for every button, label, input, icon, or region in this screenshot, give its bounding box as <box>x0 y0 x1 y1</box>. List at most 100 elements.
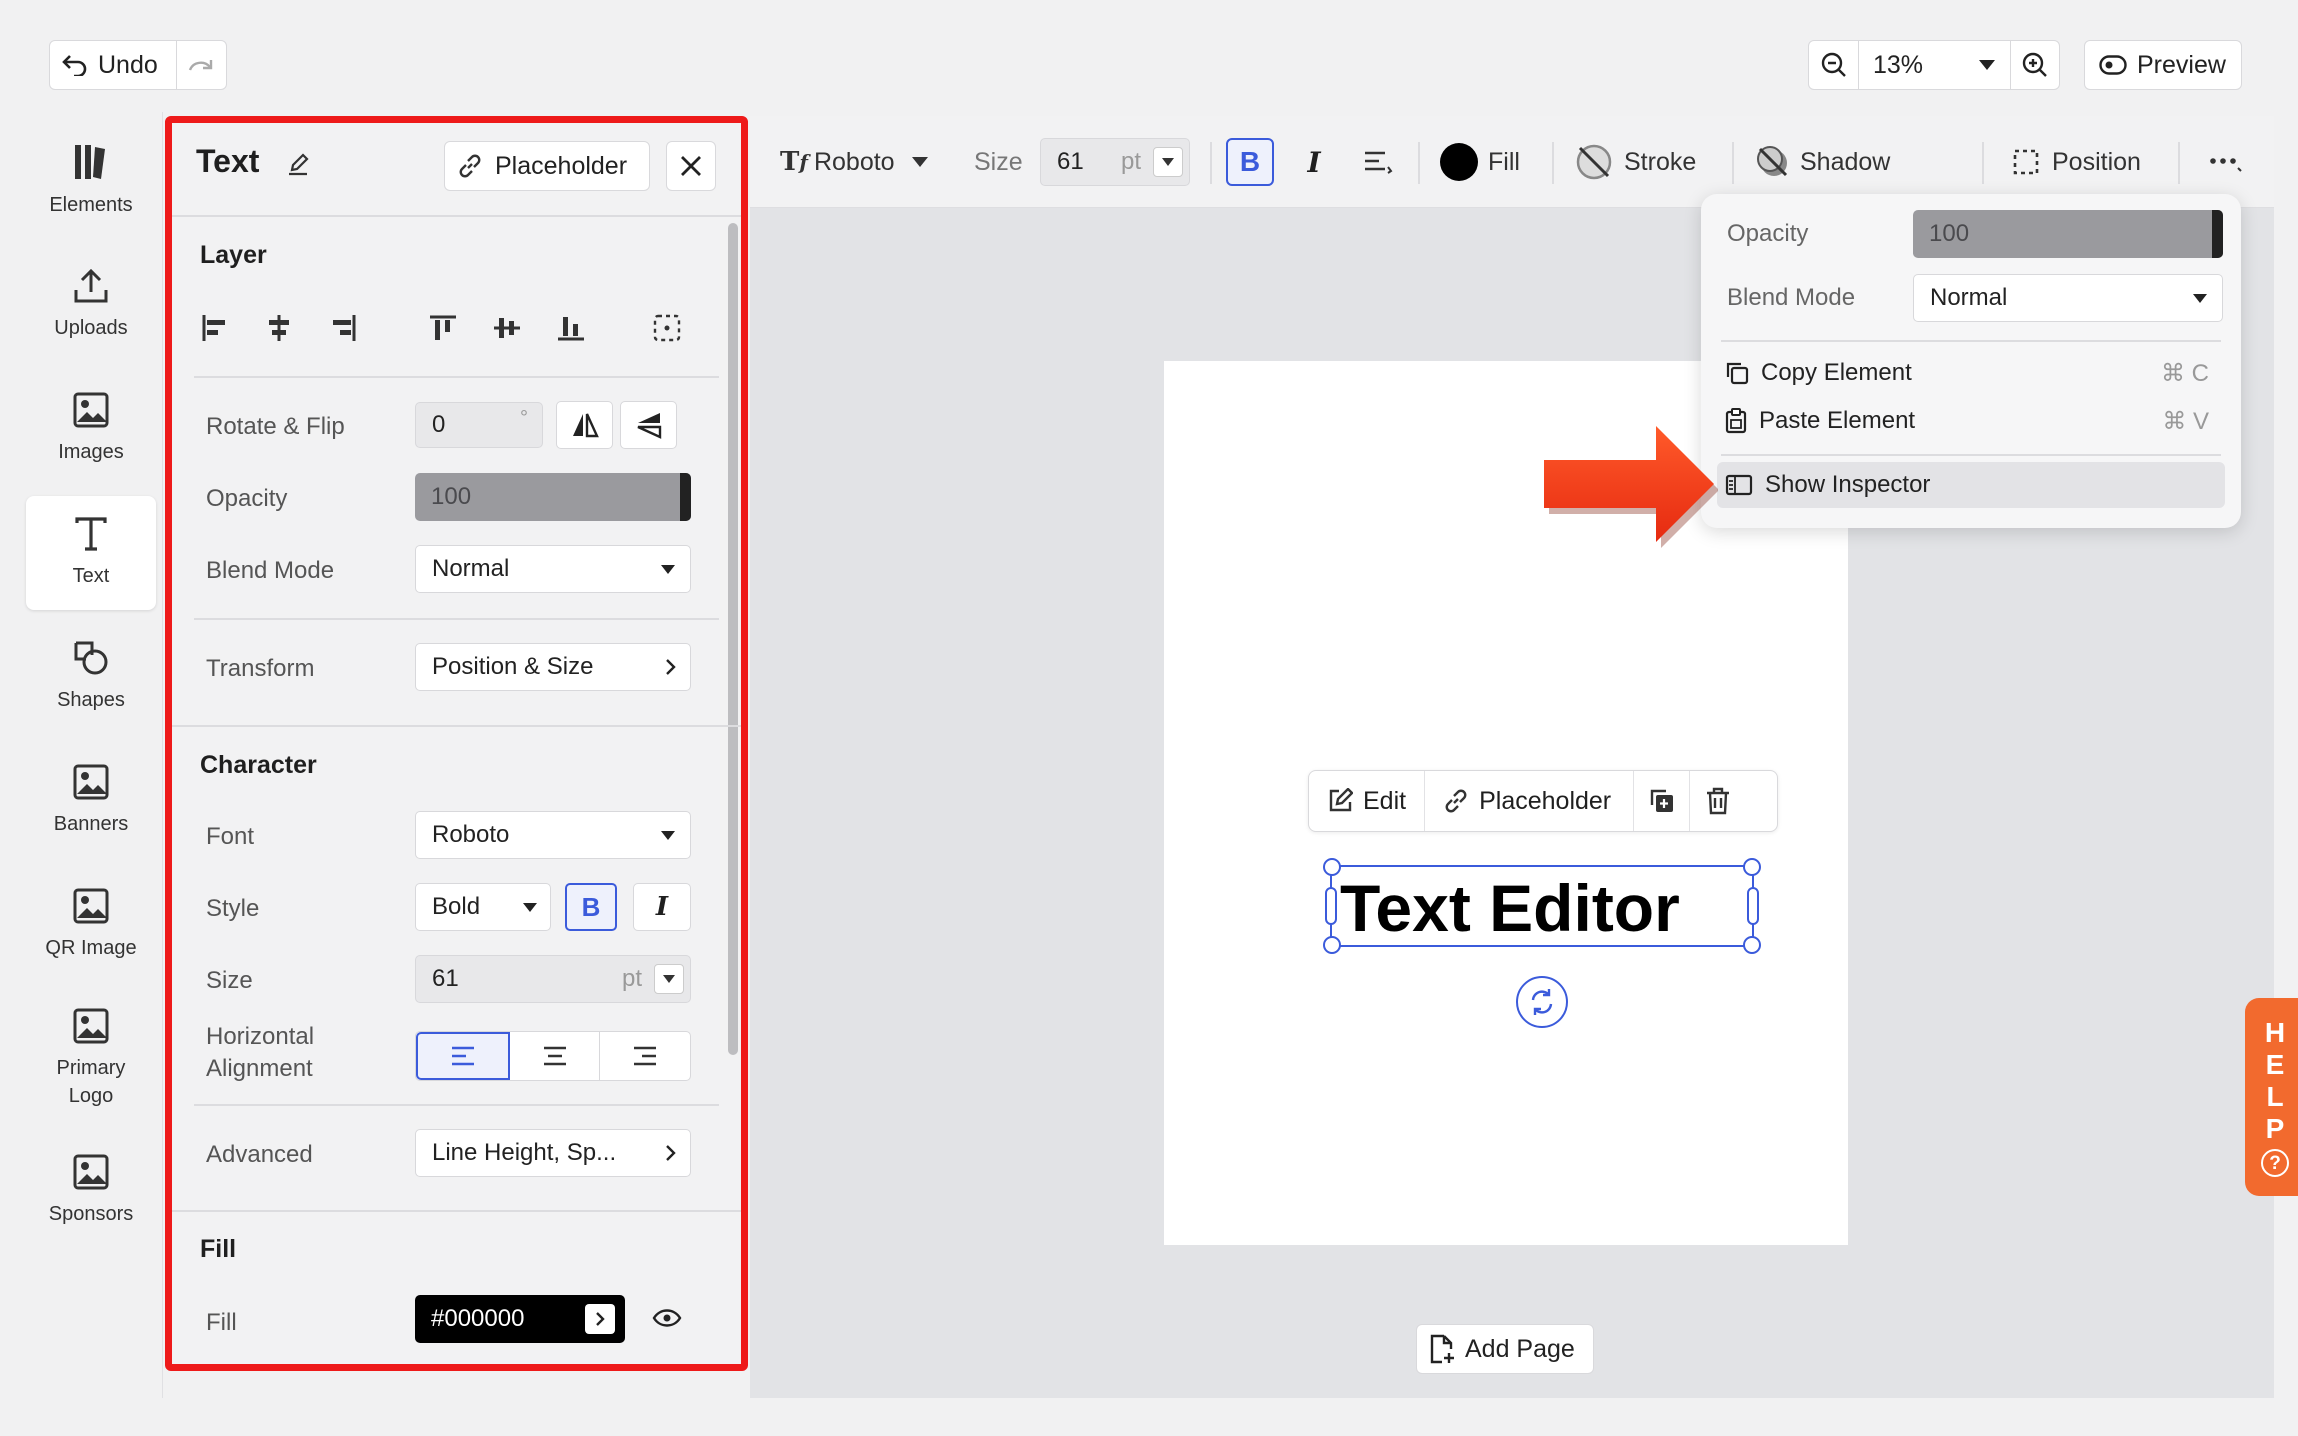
rotate-handle[interactable] <box>1516 976 1568 1028</box>
rail-item-text[interactable]: Text <box>26 496 156 610</box>
edit-label: Edit <box>1363 786 1407 815</box>
close-panel-button[interactable] <box>666 141 716 191</box>
flip-vertical-icon <box>636 411 662 439</box>
paste-element-label: Paste Element <box>1759 407 1916 434</box>
rail-item-uploads[interactable]: Uploads <box>26 248 156 362</box>
blend-mode-select[interactable]: Normal <box>415 545 691 593</box>
align-vertical-center-icon[interactable] <box>492 313 522 343</box>
italic-toggle[interactable]: I <box>1290 138 1338 186</box>
rail-item-images[interactable]: Images <box>26 372 156 486</box>
menu-opacity-slider[interactable]: 100 <box>1913 210 2223 258</box>
chevron-down-icon <box>660 564 676 575</box>
help-tab[interactable]: H E L P ? <box>2245 998 2298 1196</box>
paste-element-item[interactable]: Paste Element ⌘ V <box>1725 398 2221 444</box>
stroke-label: Stroke <box>1624 147 1697 176</box>
transform-button[interactable]: Position & Size <box>415 643 691 691</box>
rail-label: Elements <box>49 194 133 216</box>
fill-color-button[interactable]: #000000 <box>415 1295 625 1343</box>
panel-scrollbar[interactable] <box>728 223 738 1055</box>
more-options-button[interactable] <box>2200 140 2250 186</box>
fill-button[interactable]: Fill <box>1440 116 1520 208</box>
align-center-button[interactable] <box>510 1032 601 1080</box>
bold-toggle[interactable]: B <box>1226 138 1274 186</box>
more-options-menu: Opacity 100 Blend Mode Normal Copy Eleme… <box>1701 194 2241 528</box>
undo-button[interactable]: Undo <box>50 41 177 89</box>
upload-icon <box>73 268 109 304</box>
align-right-button[interactable] <box>600 1032 690 1080</box>
italic-glyph: I <box>1307 145 1321 179</box>
chevron-down-icon[interactable] <box>654 964 684 994</box>
chevron-right-icon <box>665 1144 676 1162</box>
align-horizontal-center-icon[interactable] <box>264 313 294 343</box>
opacity-slider[interactable]: 100 <box>415 473 691 521</box>
resize-handle[interactable] <box>1323 936 1341 954</box>
visibility-eye-icon[interactable] <box>652 1307 682 1329</box>
copy-icon <box>1725 361 1749 385</box>
delete-button[interactable] <box>1690 771 1746 831</box>
style-select[interactable]: Bold <box>415 883 551 931</box>
resize-handle[interactable] <box>1743 858 1761 876</box>
copy-element-item[interactable]: Copy Element ⌘ C <box>1725 350 2221 396</box>
placeholder-button[interactable]: Placeholder <box>1425 771 1635 831</box>
duplicate-button[interactable] <box>1634 771 1691 831</box>
rail-item-shapes[interactable]: Shapes <box>26 620 156 734</box>
size-input[interactable]: 61 pt <box>1040 138 1190 186</box>
align-bottom-edge-icon[interactable] <box>556 313 586 343</box>
zoom-select[interactable]: 13% <box>1859 41 2011 89</box>
edit-button[interactable]: Edit <box>1309 771 1426 831</box>
chevron-down-icon <box>660 830 676 841</box>
align-left-button[interactable] <box>416 1032 510 1080</box>
rail-item-primary-logo[interactable]: Primary Logo <box>26 992 156 1126</box>
text-element-content[interactable]: Text Editor <box>1340 867 1680 949</box>
text-align-center-icon <box>542 1045 568 1067</box>
image-icon <box>73 764 109 800</box>
rail-item-sponsors[interactable]: Sponsors <box>26 1134 156 1248</box>
distribute-icon[interactable] <box>652 313 682 343</box>
shapes-icon <box>73 640 109 676</box>
size-unit: pt <box>1120 148 1141 175</box>
align-top-edge-icon[interactable] <box>428 313 458 343</box>
rotate-input[interactable]: 0 ° <box>415 402 543 448</box>
chevron-down-icon <box>1978 59 1996 71</box>
flip-horizontal-button[interactable] <box>556 401 613 449</box>
blend-mode-value: Normal <box>432 555 510 582</box>
rail-item-elements[interactable]: Elements <box>26 124 156 238</box>
stroke-button[interactable]: Stroke <box>1574 116 1696 208</box>
slider-thumb[interactable] <box>680 473 691 521</box>
shadow-icon <box>1756 145 1790 179</box>
text-element-selection[interactable]: Text Editor <box>1323 858 1761 954</box>
rail-item-qr-image[interactable]: QR Image <box>26 868 156 982</box>
align-right-edge-icon[interactable] <box>328 313 358 343</box>
text-align-right-icon <box>632 1045 658 1067</box>
size-input[interactable]: 61 pt <box>415 955 691 1003</box>
style-value: Bold <box>432 893 481 920</box>
preview-button[interactable]: Preview <box>2084 40 2242 90</box>
divider <box>1721 454 2221 456</box>
zoom-out-button[interactable] <box>1809 41 1859 89</box>
rename-icon[interactable] <box>286 153 310 177</box>
resize-handle[interactable] <box>1323 858 1341 876</box>
font-select[interactable]: Roboto <box>415 811 691 859</box>
side-handle[interactable] <box>1325 887 1337 925</box>
add-page-button[interactable]: Add Page <box>1416 1324 1594 1374</box>
flip-vertical-button[interactable] <box>620 401 677 449</box>
side-handle[interactable] <box>1747 887 1759 925</box>
panel-placeholder-button[interactable]: Placeholder <box>444 141 650 191</box>
align-left-edge-icon[interactable] <box>200 313 230 343</box>
chevron-down-icon[interactable] <box>1153 147 1183 177</box>
fill-section-title: Fill <box>200 1235 237 1263</box>
rotate-value: 0 <box>432 411 446 438</box>
align-button[interactable] <box>1354 138 1402 186</box>
slider-thumb[interactable] <box>2212 210 2223 258</box>
italic-toggle[interactable]: I <box>633 883 691 931</box>
show-inspector-item[interactable]: Show Inspector <box>1717 462 2225 508</box>
redo-button[interactable] <box>177 41 226 89</box>
zoom-in-button[interactable] <box>2011 41 2059 89</box>
divider <box>194 376 719 378</box>
resize-handle[interactable] <box>1743 936 1761 954</box>
menu-blend-select[interactable]: Normal <box>1913 274 2223 322</box>
advanced-button[interactable]: Line Height, Sp... <box>415 1129 691 1177</box>
font-select[interactable]: Tf Roboto <box>780 116 929 208</box>
rail-item-banners[interactable]: Banners <box>26 744 156 858</box>
bold-toggle[interactable]: B <box>565 883 617 931</box>
